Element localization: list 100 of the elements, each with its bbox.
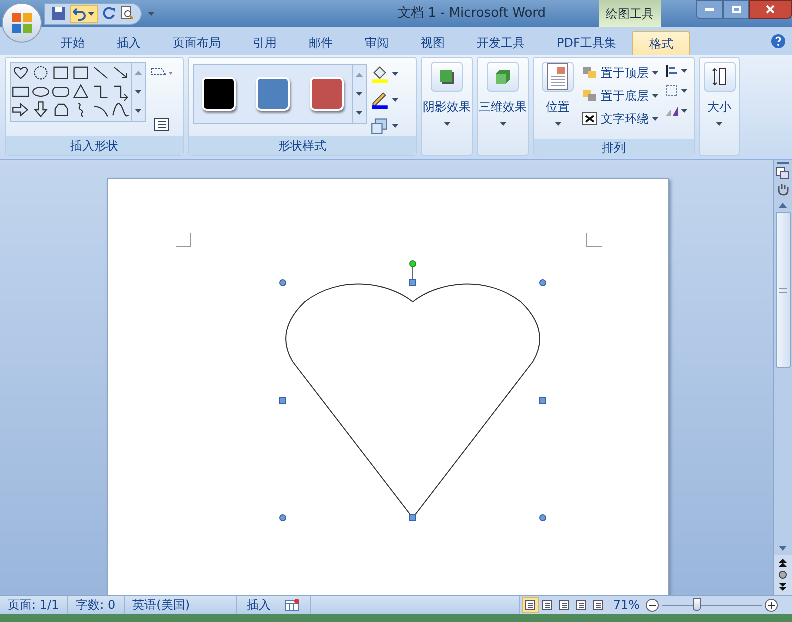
shape-gallery-item-icon[interactable] <box>72 82 90 101</box>
zoom-level-text[interactable]: 71% <box>613 596 640 614</box>
ribbon-large-button[interactable]: 三维效果 <box>478 58 528 139</box>
print-preview-icon[interactable] <box>120 6 135 21</box>
status-bar-item[interactable]: 插入 <box>237 596 282 614</box>
shape-style-swatch[interactable] <box>310 77 344 111</box>
rotation-handle[interactable] <box>410 260 416 280</box>
dropdown-caret-icon[interactable] <box>681 89 688 93</box>
margin-corner-mark <box>176 233 192 248</box>
down-arrow-icon[interactable] <box>356 92 363 96</box>
page-view-icon <box>593 600 604 610</box>
view-mode-button[interactable] <box>522 597 540 613</box>
shape-gallery-item-icon[interactable] <box>12 64 30 82</box>
undo-button[interactable] <box>70 4 98 22</box>
page-view-icon <box>542 600 554 610</box>
redo-icon[interactable] <box>102 6 116 20</box>
next-page-icon[interactable] <box>779 583 787 591</box>
group-icon[interactable] <box>665 84 679 98</box>
cube-effects-icon[interactable] <box>371 117 389 135</box>
ruler-toggle-icon[interactable] <box>776 166 790 180</box>
dropdown-caret-icon[interactable] <box>444 122 450 126</box>
minimize-button[interactable] <box>696 0 723 19</box>
cube-icon <box>495 69 511 85</box>
ribbon-tab[interactable]: 视图 <box>405 31 461 55</box>
margin-corner-mark <box>586 233 602 248</box>
dropdown-caret-icon[interactable] <box>652 117 659 121</box>
shape-gallery-item-icon[interactable] <box>32 101 50 120</box>
dropdown-caret-icon[interactable] <box>681 69 688 73</box>
previous-page-icon[interactable] <box>779 559 787 567</box>
dropdown-caret-icon[interactable] <box>652 71 659 75</box>
zoom-slider-thumb[interactable] <box>693 598 701 610</box>
shape-gallery-item-icon[interactable] <box>52 64 70 82</box>
dropdown-caret-icon[interactable] <box>554 122 562 126</box>
dropdown-caret-icon[interactable] <box>716 122 723 126</box>
restore-button[interactable] <box>723 0 749 19</box>
ribbon-large-button[interactable]: 大小 <box>700 58 739 139</box>
help-icon[interactable] <box>771 34 786 49</box>
dropdown-caret-icon[interactable] <box>500 122 506 126</box>
ribbon-group-label: 插入形状 <box>6 136 183 155</box>
corner-resize-handle[interactable] <box>280 514 286 522</box>
shape-gallery-item-icon[interactable] <box>12 101 30 120</box>
down-arrow-icon <box>779 546 787 550</box>
ribbon-tab[interactable]: PDF工具集 <box>541 31 632 55</box>
save-icon[interactable] <box>51 6 66 21</box>
page-view-icon <box>559 600 570 610</box>
arrange-command-button[interactable]: 置于顶层 <box>582 64 659 82</box>
customize-toolbar-caret-icon[interactable] <box>148 12 155 16</box>
ribbon-large-button[interactable]: 位置 <box>534 58 582 139</box>
align-icon[interactable] <box>665 64 679 78</box>
down-arrow-icon[interactable] <box>135 90 142 94</box>
ribbon-tab[interactable]: 插入 <box>101 31 157 55</box>
shape-gallery-item-icon[interactable] <box>32 64 50 82</box>
undo-icon <box>73 6 87 20</box>
side-resize-handle[interactable] <box>280 398 286 404</box>
shape-gallery-item-icon[interactable] <box>72 64 90 82</box>
plus-icon <box>768 602 775 608</box>
ribbon-tab[interactable]: 邮件 <box>293 31 349 55</box>
corner-resize-handle[interactable] <box>540 514 546 522</box>
dropdown-caret-icon[interactable] <box>652 94 659 98</box>
close-button[interactable] <box>749 0 792 19</box>
office-logo-icon <box>11 12 33 34</box>
macro-record-icon[interactable] <box>285 598 300 612</box>
side-resize-handle[interactable] <box>410 280 416 286</box>
dropdown-caret-icon[interactable] <box>392 124 399 128</box>
office-button[interactable] <box>2 3 42 43</box>
dropdown-caret-icon[interactable] <box>392 98 399 102</box>
arrange-command-button[interactable]: 文字环绕 <box>582 110 659 128</box>
zoom-out-button[interactable] <box>646 598 659 612</box>
zoom-in-button[interactable] <box>765 598 778 612</box>
ribbon-group-label: 形状样式 <box>189 136 416 155</box>
browse-object-icon[interactable] <box>779 571 787 579</box>
ribbon-tab[interactable]: 页面布局 <box>157 31 237 55</box>
page-view-icon <box>576 600 588 610</box>
dropdown-caret-icon[interactable] <box>88 12 95 16</box>
pencil-outline-icon[interactable] <box>371 91 389 109</box>
more-arrow-icon[interactable] <box>135 109 142 114</box>
shape-gallery-item-icon[interactable] <box>112 101 130 120</box>
side-resize-handle[interactable] <box>540 398 546 404</box>
corner-resize-handle[interactable] <box>540 280 546 286</box>
dropdown-caret-icon[interactable] <box>392 72 399 76</box>
hand-icon[interactable] <box>776 182 790 196</box>
corner-resize-handle[interactable] <box>280 280 286 286</box>
ribbon-tab[interactable]: 审阅 <box>349 31 405 55</box>
text-box-icon[interactable] <box>154 118 170 132</box>
shape-style-swatch[interactable] <box>256 77 290 111</box>
fill-bucket-icon[interactable] <box>371 65 389 83</box>
ribbon-tab[interactable]: 引用 <box>237 31 293 55</box>
up-arrow-icon <box>356 72 363 77</box>
arrange-command-button[interactable]: 置于底层 <box>582 87 659 105</box>
up-arrow-icon <box>135 70 142 75</box>
scroll-thumb[interactable] <box>776 212 790 368</box>
ribbon-tab[interactable]: 开始 <box>45 31 101 55</box>
ribbon-tab[interactable]: 开发工具 <box>461 31 541 55</box>
more-arrow-icon[interactable] <box>356 111 363 116</box>
shape-gallery-item-icon[interactable] <box>92 64 110 82</box>
ribbon-tab[interactable]: 格式 <box>632 31 690 55</box>
side-resize-handle[interactable] <box>410 514 416 522</box>
ribbon-large-button[interactable]: 阴影效果 <box>422 58 472 139</box>
dropdown-caret-icon[interactable] <box>681 109 688 113</box>
shape-style-swatch[interactable] <box>202 77 236 111</box>
